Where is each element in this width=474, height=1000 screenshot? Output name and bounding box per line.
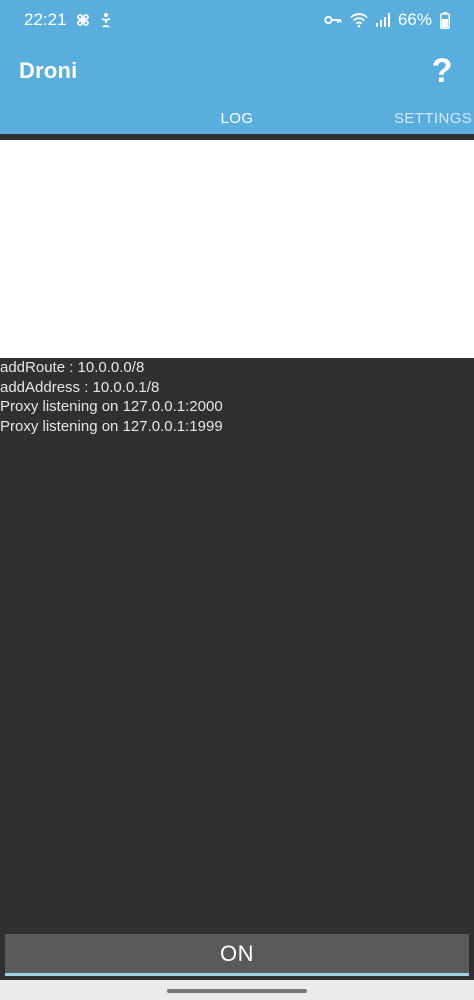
- white-overlay: [0, 140, 474, 358]
- accessibility-icon: [99, 12, 113, 28]
- log-line: Proxy listening on 127.0.0.1:2000: [0, 398, 223, 415]
- log-line: Proxy listening on 127.0.0.1:1999: [0, 417, 223, 435]
- log-line: addAddress : 10.0.0.1/8: [0, 378, 160, 396]
- home-handle[interactable]: [167, 989, 307, 993]
- log-line: addRoute : 10.0.0.0/8: [0, 359, 145, 376]
- app-title: Droni: [19, 58, 78, 83]
- vpn-key-icon: [324, 14, 342, 26]
- wifi-icon: [350, 12, 368, 28]
- navigation-bar: [0, 980, 474, 1000]
- log-area[interactable]: addRoute : 10.0.0.0/8 addAddress : 10.0.…: [0, 134, 474, 932]
- command-icon: [75, 12, 91, 28]
- help-icon[interactable]: ?: [428, 54, 456, 88]
- tab-bar: LOG SETTINGS: [0, 102, 474, 134]
- status-left: 22:21: [24, 10, 113, 30]
- status-bar: 22:21 66%: [0, 0, 474, 40]
- status-right: 66%: [324, 10, 450, 30]
- battery-percent: 66%: [397, 10, 432, 29]
- battery-icon: [440, 11, 450, 29]
- on-toggle-button[interactable]: ON: [5, 934, 469, 976]
- signal-icon: [375, 13, 390, 27]
- log-lines: addRoute : 10.0.0.0/8 addAddress : 10.0.…: [0, 358, 474, 436]
- status-time: 22:21: [24, 10, 67, 29]
- tab-settings[interactable]: SETTINGS: [394, 102, 474, 134]
- tab-log[interactable]: LOG: [150, 102, 324, 134]
- app-bar: Droni ?: [0, 40, 474, 102]
